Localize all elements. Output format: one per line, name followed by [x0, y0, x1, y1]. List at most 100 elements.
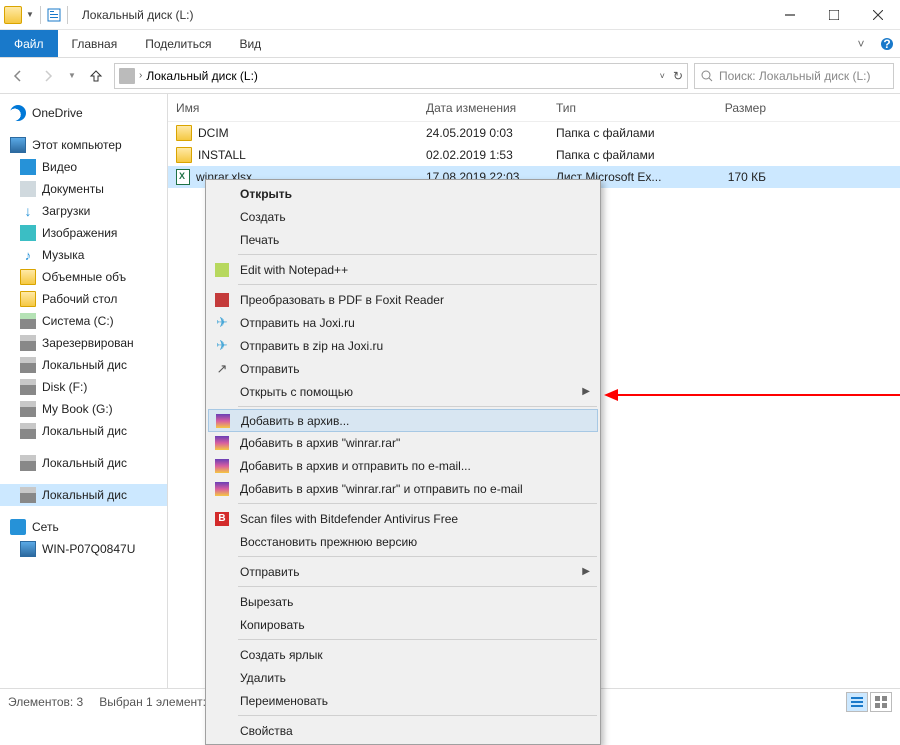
sidebar-item[interactable]: ↓Загрузки — [0, 200, 167, 222]
col-size[interactable]: Размер — [686, 101, 776, 115]
menu-item-icon: ↗ — [212, 360, 232, 378]
nav-forward-button[interactable] — [36, 64, 60, 88]
folder-icon — [176, 147, 192, 163]
context-menu-item[interactable]: ✈Отправить на Joxi.ru — [208, 311, 598, 334]
context-menu-item[interactable]: Создать — [208, 205, 598, 228]
menu-item-label: Edit with Notepad++ — [240, 263, 598, 277]
context-menu-item[interactable]: ↗Отправить — [208, 357, 598, 380]
context-menu-item[interactable]: Добавить в архив "winrar.rar" и отправит… — [208, 477, 598, 500]
sidebar-item-label: Система (C:) — [42, 314, 114, 328]
context-menu-item[interactable]: BScan files with Bitdefender Antivirus F… — [208, 507, 598, 530]
sidebar-item[interactable]: Документы — [0, 178, 167, 200]
menu-item-icon — [212, 383, 232, 401]
context-menu-item[interactable]: ✈Отправить в zip на Joxi.ru — [208, 334, 598, 357]
file-name: DCIM — [198, 126, 229, 140]
chevron-right-icon[interactable]: › — [139, 70, 142, 81]
nav-back-button[interactable] — [6, 64, 30, 88]
column-headers[interactable]: Имя Дата изменения Тип Размер — [168, 94, 900, 122]
context-menu-item[interactable]: Открыть с помощью▶ — [208, 380, 598, 403]
col-date[interactable]: Дата изменения — [426, 101, 556, 115]
breadcrumb[interactable]: › Локальный диск (L:) ˅↻ — [114, 63, 688, 89]
context-menu-item[interactable]: Добавить в архив "winrar.rar" — [208, 431, 598, 454]
sidebar-item[interactable]: Система (C:) — [0, 310, 167, 332]
menu-item-icon — [212, 533, 232, 551]
sidebar-item[interactable]: OneDrive — [0, 102, 167, 124]
file-size: 170 КБ — [686, 170, 776, 184]
context-menu-item[interactable]: Преобразовать в PDF в Foxit Reader — [208, 288, 598, 311]
menu-item-label: Удалить — [240, 671, 598, 685]
maximize-button[interactable] — [812, 0, 856, 30]
sidebar-item[interactable]: Локальный дис — [0, 484, 167, 506]
col-name[interactable]: Имя — [176, 101, 426, 115]
context-menu-item[interactable]: Свойства — [208, 719, 598, 742]
menu-item-label: Открыть с помощью — [240, 385, 598, 399]
nav-recent-dropdown[interactable]: ▼ — [66, 64, 78, 88]
sidebar-item-label: Этот компьютер — [32, 138, 122, 152]
sidebar-item[interactable]: Локальный дис — [0, 354, 167, 376]
close-button[interactable] — [856, 0, 900, 30]
folder-icon — [176, 125, 192, 141]
context-menu-item[interactable]: Переименовать — [208, 689, 598, 712]
ribbon-tab-share[interactable]: Поделиться — [131, 30, 225, 57]
sidebar-item[interactable]: My Book (G:) — [0, 398, 167, 420]
qat-properties-icon[interactable] — [47, 8, 61, 22]
context-menu-item[interactable]: Отправить▶ — [208, 560, 598, 583]
sidebar-item[interactable]: Сеть — [0, 516, 167, 538]
sidebar-item[interactable]: Локальный дис — [0, 420, 167, 442]
ribbon-file-tab[interactable]: Файл — [0, 30, 58, 57]
view-details-button[interactable] — [846, 692, 868, 712]
sidebar-item[interactable]: Disk (F:) — [0, 376, 167, 398]
context-menu-item[interactable]: Копировать — [208, 613, 598, 636]
context-menu-item[interactable]: Добавить в архив... — [208, 409, 598, 432]
sidebar-item[interactable]: Зарезервирован — [0, 332, 167, 354]
sidebar-item[interactable]: Этот компьютер — [0, 134, 167, 156]
view-large-button[interactable] — [870, 692, 892, 712]
menu-item-icon — [212, 434, 232, 452]
context-menu-item[interactable]: Печать — [208, 228, 598, 251]
nav-up-button[interactable] — [84, 64, 108, 88]
col-type[interactable]: Тип — [556, 101, 686, 115]
menu-item-label: Scan files with Bitdefender Antivirus Fr… — [240, 512, 598, 526]
context-menu-item[interactable]: Добавить в архив и отправить по e-mail..… — [208, 454, 598, 477]
sidebar-item-label: WIN-P07Q0847U — [42, 542, 135, 556]
menu-item-label: Создать — [240, 210, 598, 224]
help-icon[interactable]: ? — [874, 30, 900, 57]
qat-dropdown-icon[interactable]: ▼ — [26, 10, 34, 19]
menu-item-icon — [212, 291, 232, 309]
file-row[interactable]: INSTALL02.02.2019 1:53Папка с файлами — [168, 144, 900, 166]
context-menu: Открыть Создать Печать Edit with Notepad++ П… — [205, 179, 601, 745]
breadcrumb-dropdown[interactable]: ˅↻ — [660, 69, 683, 83]
sidebar-item[interactable]: Объемные объ — [0, 266, 167, 288]
context-menu-item[interactable]: Edit with Notepad++ — [208, 258, 598, 281]
menu-item-icon — [212, 185, 232, 203]
menu-item-icon — [212, 231, 232, 249]
search-placeholder: Поиск: Локальный диск (L:) — [719, 69, 871, 83]
sidebar-item-label: Сеть — [32, 520, 59, 534]
context-menu-item[interactable]: Восстановить прежнюю версию — [208, 530, 598, 553]
context-menu-item[interactable]: Вырезать — [208, 590, 598, 613]
search-input[interactable]: Поиск: Локальный диск (L:) — [694, 63, 894, 89]
minimize-button[interactable] — [768, 0, 812, 30]
ribbon-tab-home[interactable]: Главная — [58, 30, 132, 57]
context-menu-item[interactable]: Создать ярлык — [208, 643, 598, 666]
sidebar-item[interactable]: WIN-P07Q0847U — [0, 538, 167, 560]
menu-item-label: Создать ярлык — [240, 648, 598, 662]
sidebar-item-label: Рабочий стол — [42, 292, 117, 306]
menu-item-icon — [212, 208, 232, 226]
menu-item-icon — [213, 412, 233, 430]
breadcrumb-segment[interactable]: Локальный диск (L:) — [146, 69, 258, 83]
sidebar-item[interactable]: Изображения — [0, 222, 167, 244]
context-menu-item[interactable]: Открыть — [208, 182, 598, 205]
sidebar-item[interactable]: ♪Музыка — [0, 244, 167, 266]
sidebar-item[interactable]: Видео — [0, 156, 167, 178]
menu-item-label: Открыть — [240, 187, 598, 201]
context-menu-item[interactable]: Удалить — [208, 666, 598, 689]
sidebar-item-label: Зарезервирован — [42, 336, 134, 350]
menu-item-icon — [212, 616, 232, 634]
file-row[interactable]: DCIM24.05.2019 0:03Папка с файлами — [168, 122, 900, 144]
sidebar-item[interactable]: Локальный дис — [0, 452, 167, 474]
ribbon-expand-icon[interactable]: ˅ — [848, 30, 874, 57]
ribbon-tab-view[interactable]: Вид — [225, 30, 275, 57]
sidebar-item-label: Объемные объ — [42, 270, 126, 284]
sidebar-item[interactable]: Рабочий стол — [0, 288, 167, 310]
